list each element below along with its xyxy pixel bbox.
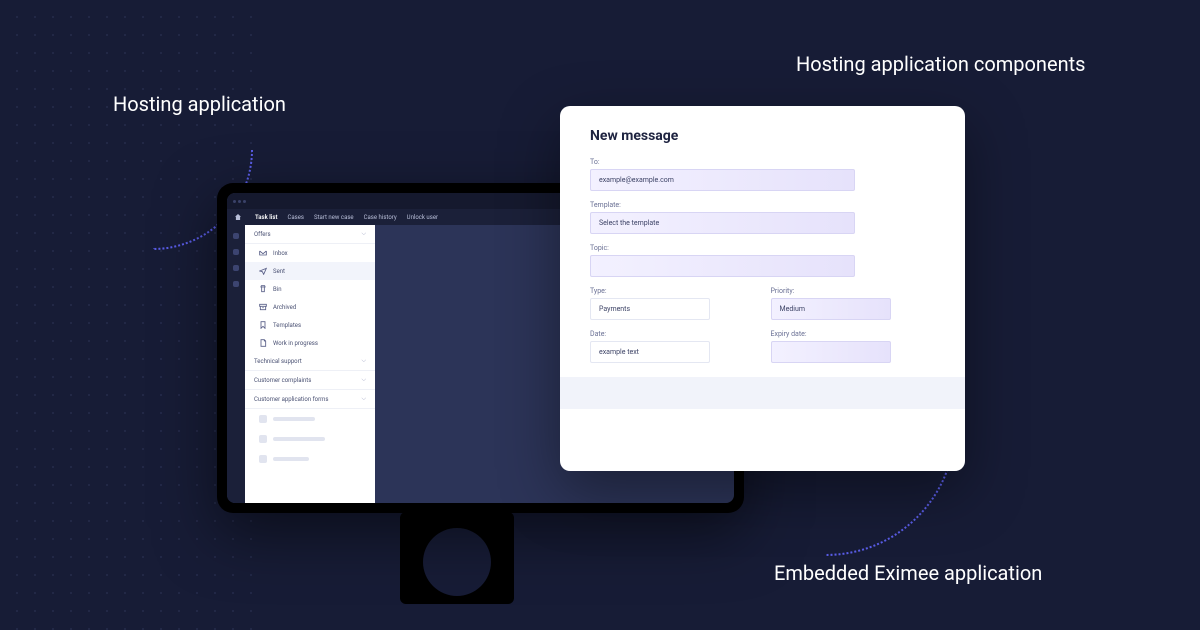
document-icon <box>259 339 267 347</box>
sidebar-placeholder <box>245 449 375 469</box>
label-type: Type: <box>590 287 755 295</box>
sidebar-item-inbox[interactable]: Inbox <box>245 244 375 262</box>
sidebar-item-sent[interactable]: Sent <box>245 262 375 280</box>
sidebar-section-tech[interactable]: Technical support ⌵ <box>245 352 375 371</box>
label-template: Template: <box>590 201 935 209</box>
trash-icon <box>259 285 267 293</box>
sidebar-item-label: Inbox <box>273 250 288 257</box>
sidebar-item-templates[interactable]: Templates <box>245 316 375 334</box>
menubar-item-casehistory[interactable]: Case history <box>364 214 397 221</box>
input-priority[interactable]: Medium <box>771 298 891 320</box>
input-topic[interactable] <box>590 255 855 277</box>
menubar-item-startnewcase[interactable]: Start new case <box>314 214 354 221</box>
annotation-embedded: Embedded Eximee application <box>774 561 1042 585</box>
sent-icon <box>259 267 267 275</box>
sidebar-item-label: Work in progress <box>273 340 318 347</box>
home-icon[interactable] <box>235 214 241 220</box>
sidebar-item-label: Bin <box>273 286 282 293</box>
rail-icon[interactable] <box>233 249 239 255</box>
menubar-item-cases[interactable]: Cases <box>287 214 304 221</box>
label-to: To: <box>590 158 935 166</box>
archive-icon <box>259 303 267 311</box>
chevron-down-icon: ⌵ <box>361 376 366 384</box>
rail-icon[interactable] <box>233 233 239 239</box>
input-expiry[interactable] <box>771 341 891 363</box>
bookmark-icon <box>259 321 267 329</box>
new-message-panel: New message To: example@example.com Temp… <box>560 106 965 471</box>
sidebar-section-forms[interactable]: Customer application forms ⌵ <box>245 390 375 409</box>
sidebar-section-label: Customer application forms <box>254 396 328 403</box>
panel-footer <box>560 377 965 409</box>
sidebar-section-label: Technical support <box>254 358 302 365</box>
rail-icon[interactable] <box>233 281 239 287</box>
chevron-down-icon: ⌵ <box>361 230 366 238</box>
label-priority: Priority: <box>771 287 936 295</box>
sidebar-placeholder <box>245 409 375 429</box>
panel-title: New message <box>590 128 935 144</box>
label-date: Date: <box>590 330 755 338</box>
sidebar-section-complaints[interactable]: Customer complaints ⌵ <box>245 371 375 390</box>
chevron-down-icon: ⌵ <box>361 395 366 403</box>
sidebar-item-label: Archived <box>273 304 296 311</box>
titlebar-dot <box>238 200 241 203</box>
icon-rail <box>227 225 245 503</box>
sidebar-section-label: Customer complaints <box>254 377 311 384</box>
annotation-components: Hosting application components <box>796 52 1085 76</box>
sidebar-item-bin[interactable]: Bin <box>245 280 375 298</box>
rail-icon[interactable] <box>233 265 239 271</box>
annotation-hosting: Hosting application <box>113 92 286 116</box>
sidebar-section-label: Offers <box>254 231 271 238</box>
inbox-icon <box>259 249 267 257</box>
titlebar-dot <box>243 200 246 203</box>
sidebar-item-label: Templates <box>273 322 301 329</box>
menubar-item-unlockuser[interactable]: Unlock user <box>407 214 438 221</box>
sidebar: Offers ⌵ Inbox Sent Bin Archived <box>245 225 375 503</box>
sidebar-item-label: Sent <box>273 268 285 275</box>
input-date[interactable]: example text <box>590 341 710 363</box>
label-topic: Topic: <box>590 244 935 252</box>
input-type[interactable]: Payments <box>590 298 710 320</box>
label-expiry: Expiry date: <box>771 330 936 338</box>
menubar-item-tasklist[interactable]: Task list <box>255 214 277 221</box>
sidebar-item-archived[interactable]: Archived <box>245 298 375 316</box>
sidebar-section-offers[interactable]: Offers ⌵ <box>245 225 375 244</box>
sidebar-item-wip[interactable]: Work in progress <box>245 334 375 352</box>
chevron-down-icon: ⌵ <box>361 357 366 365</box>
monitor-stand-hole <box>423 528 491 596</box>
titlebar-dot <box>233 200 236 203</box>
sidebar-placeholder <box>245 429 375 449</box>
input-template[interactable]: Select the template <box>590 212 855 234</box>
input-to[interactable]: example@example.com <box>590 169 855 191</box>
